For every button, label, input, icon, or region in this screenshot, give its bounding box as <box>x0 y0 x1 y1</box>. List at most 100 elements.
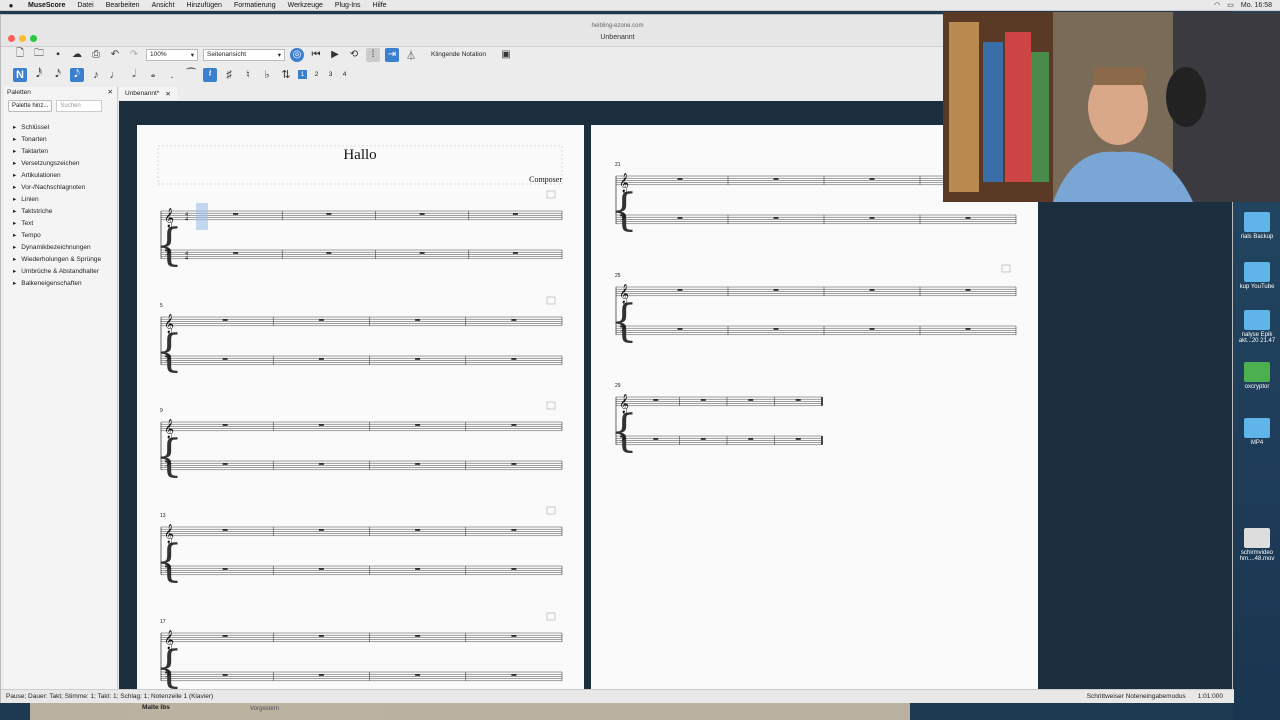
metronome-icon[interactable]: ⏃ <box>404 48 418 62</box>
menu-datei[interactable]: Datei <box>71 2 99 9</box>
desktop-icon[interactable]: oxcryptor <box>1237 362 1277 390</box>
repeat-icon[interactable]: ⁞ <box>366 47 380 62</box>
menu-bearbeiten[interactable]: Bearbeiten <box>100 2 146 9</box>
palette-item[interactable]: ▸ Tonarten <box>4 133 117 145</box>
folder-icon <box>1244 262 1270 282</box>
thirtysecond-note-icon[interactable]: 𝅘𝅥𝅯 <box>51 68 65 82</box>
menu-hilfe[interactable]: Hilfe <box>367 2 393 9</box>
view-mode-select[interactable]: Seitenansicht ▾ <box>203 48 285 61</box>
half-note-icon[interactable]: 𝅗𝅥 <box>127 68 141 82</box>
palette-item[interactable]: ▸ Balkeneigenschaften <box>4 277 117 289</box>
image-capture-icon[interactable]: ▣ <box>499 48 513 62</box>
voice-4-button[interactable]: 4 <box>340 70 349 79</box>
menubar-clock[interactable]: Mo. 16:58 <box>1241 2 1272 9</box>
desktop-icon[interactable]: MP4 <box>1237 418 1277 446</box>
palette-item[interactable]: ▸ Text <box>4 217 117 229</box>
sixtyfourth-note-icon[interactable]: 𝅘𝅥𝅰 <box>32 68 46 82</box>
palette-item[interactable]: ▸ Dynamikbezeichnungen <box>4 241 117 253</box>
selection-highlight <box>196 203 208 230</box>
palette-list: ▸ Schlüssel ▸ Tonarten ▸ Taktarten ▸ Versetz… <box>4 121 117 289</box>
tab-unbenannt[interactable]: Unbenannt* ✕ <box>119 87 177 100</box>
tie-icon[interactable]: ⁀ <box>184 68 198 82</box>
app-menu[interactable]: MuseScore <box>22 2 71 9</box>
chevron-right-icon: ▸ <box>13 256 17 263</box>
palette-search-input[interactable]: Suchen <box>56 100 103 112</box>
menu-werkzeuge[interactable]: Werkzeuge <box>282 2 329 9</box>
menu-formatierung[interactable]: Formatierung <box>228 2 282 9</box>
palette-item[interactable]: ▸ Schlüssel <box>4 121 117 133</box>
palette-item[interactable]: ▸ Vor-/Nachschlagnoten <box>4 181 117 193</box>
whole-rest <box>222 463 228 465</box>
rewind-icon[interactable]: ⏮ <box>309 48 323 62</box>
pan-score-icon[interactable]: ⇥ <box>385 47 399 62</box>
add-palette-button[interactable]: Palette hinz... <box>8 100 53 112</box>
voice-2-button[interactable]: 2 <box>312 70 321 79</box>
whole-note-icon[interactable]: 𝅝 <box>146 68 160 82</box>
palette-item[interactable]: ▸ Versetzungszeichen <box>4 157 117 169</box>
whole-rest <box>415 463 421 465</box>
open-folder-icon[interactable]: 🗀 <box>32 48 46 62</box>
flip-direction-icon[interactable]: ⇅ <box>279 68 293 82</box>
palette-item[interactable]: ▸ Umbrüche & Abstandhalter <box>4 265 117 277</box>
close-icon[interactable]: ✕ <box>108 88 117 96</box>
treble-clef-icon: 𝄞 <box>619 394 629 414</box>
palette-item[interactable]: ▸ Linien <box>4 193 117 205</box>
whole-rest <box>233 213 239 215</box>
treble-clef-icon: 𝄞 <box>164 630 174 650</box>
eighth-note-icon[interactable]: ♪ <box>89 68 103 82</box>
natural-icon[interactable]: ♮ <box>241 68 255 82</box>
rest-toggle-icon[interactable]: 𝄽 <box>203 67 217 82</box>
whole-rest <box>511 463 517 465</box>
redo-icon[interactable]: ↷ <box>127 48 141 62</box>
menubar: ● MuseScore Datei Bearbeiten Ansicht Hin… <box>0 0 1280 11</box>
palette-item[interactable]: ▸ Wiederholungen & Sprünge <box>4 253 117 265</box>
chevron-right-icon: ▸ <box>13 220 17 227</box>
play-icon[interactable]: ▶ <box>328 48 342 62</box>
concert-pitch-toggle[interactable]: Klingende Notation <box>423 51 494 58</box>
print-icon[interactable]: ⎙ <box>89 48 103 62</box>
palette-item[interactable]: ▸ Artikulationen <box>4 169 117 181</box>
menu-ansicht[interactable]: Ansicht <box>146 2 181 9</box>
quarter-note-icon[interactable]: ♩ <box>108 68 122 82</box>
midi-input-icon[interactable]: ◎ <box>290 47 304 62</box>
save-icon[interactable]: ▪ <box>51 48 65 62</box>
battery-icon[interactable]: ▭ <box>1227 1 1234 9</box>
palette-item[interactable]: ▸ Taktstriche <box>4 205 117 217</box>
zoom-select[interactable]: 100% ▾ <box>146 48 198 61</box>
desktop-icon[interactable]: rials Backup <box>1237 212 1277 240</box>
cloud-upload-icon[interactable]: ☁ <box>70 48 84 62</box>
whole-rest <box>419 213 425 215</box>
menu-plugins[interactable]: Plug-Ins <box>329 2 367 9</box>
time-signature: 4 <box>185 217 188 223</box>
palette-item[interactable]: ▸ Tempo <box>4 229 117 241</box>
whole-rest <box>677 178 683 180</box>
whole-rest <box>795 438 801 440</box>
bass-clef-icon: 𝄢 <box>164 563 172 577</box>
desktop-icon[interactable]: nalyse Epik akt...20 21.47 <box>1237 310 1277 344</box>
measure-number: 25 <box>615 273 621 279</box>
sharp-icon[interactable]: ♯ <box>222 68 236 82</box>
menu-hinzufuegen[interactable]: Hinzufügen <box>181 2 228 9</box>
desktop-icon[interactable]: schirmvideo hm....48.mov <box>1237 528 1277 562</box>
new-file-icon[interactable]: 🗋 <box>13 48 27 62</box>
video-file-icon <box>1244 528 1270 548</box>
palette-item[interactable]: ▸ Taktarten <box>4 145 117 157</box>
measure-number: 21 <box>615 162 621 168</box>
whole-rest <box>511 674 517 676</box>
score-composer: Composer <box>529 175 562 184</box>
whole-rest <box>653 438 659 440</box>
close-icon[interactable]: ✕ <box>165 90 170 98</box>
voice-3-button[interactable]: 3 <box>326 70 335 79</box>
sixteenth-note-icon[interactable]: 𝅘𝅥𝅮 <box>70 67 84 82</box>
voice-1-button[interactable]: 1 <box>298 70 307 79</box>
loop-icon[interactable]: ⟲ <box>347 48 361 62</box>
augmentation-dot-icon[interactable]: . <box>165 68 179 82</box>
note-input-mode-icon[interactable]: N <box>13 67 27 82</box>
wifi-icon[interactable]: ◠ <box>1214 1 1220 9</box>
flat-icon[interactable]: ♭ <box>260 68 274 82</box>
desktop-icon[interactable]: kup YouTube <box>1237 262 1277 290</box>
undo-icon[interactable]: ↶ <box>108 48 122 62</box>
whole-rest <box>222 424 228 426</box>
chevron-right-icon: ▸ <box>13 172 17 179</box>
apple-menu-icon[interactable]: ● <box>0 1 22 10</box>
